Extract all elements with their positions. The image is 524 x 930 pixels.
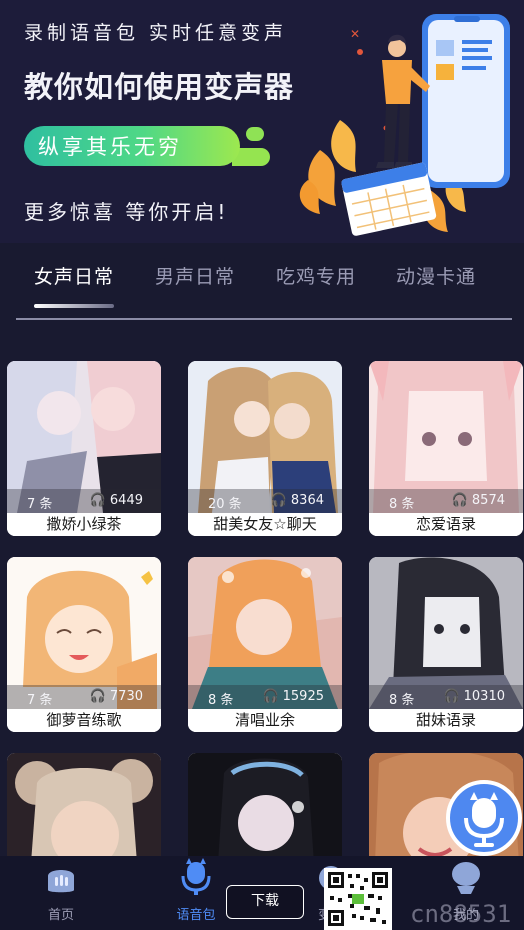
voice-pack-card[interactable]: 7 条 🎧 7730 御萝音练歌 (7, 557, 161, 732)
banner-pill-dot (246, 127, 264, 141)
banner-tagline-top: 录制语音包 实时任意变声 (24, 22, 288, 44)
svg-text:✕: ✕ (350, 27, 360, 41)
headphones-icon: 🎧 (89, 689, 106, 704)
qr-code-image (324, 868, 392, 930)
headphones-icon: 🎧 (451, 493, 468, 508)
voice-pack-stats: 8 条 🎧 10310 (369, 685, 523, 709)
category-tabs: 女声日常 男声日常 吃鸡专用 动漫卡通 (0, 243, 524, 321)
voice-pack-plays: 10310 (463, 689, 505, 704)
voice-pack-title: 御萝音练歌 (7, 709, 161, 732)
download-button[interactable]: 下载 (226, 885, 304, 919)
voice-pack-plays-group: 🎧 10310 (443, 689, 505, 704)
voice-pack-plays-group: 🎧 8364 (271, 493, 324, 508)
banner-tagline-bottom: 更多惊喜 等你开启! (24, 200, 229, 224)
voice-pack-plays: 7730 (109, 689, 143, 704)
voice-pack-count: 20 条 (208, 497, 242, 512)
voice-pack-count: 8 条 (389, 693, 415, 708)
profile-icon (452, 862, 480, 894)
nav-home-label: 首页 (47, 908, 74, 923)
voice-pack-plays-group: 🎧 15925 (262, 689, 324, 704)
voice-pack-cover-image (188, 753, 342, 863)
headphones-icon: 🎧 (443, 689, 460, 704)
record-voice-button[interactable] (446, 780, 522, 856)
voice-pack-icon (181, 858, 211, 895)
voice-pack-stats: 8 条 🎧 8574 (369, 489, 523, 513)
voice-pack-count: 8 条 (208, 693, 234, 708)
voice-pack-cover-image (7, 753, 161, 863)
voice-pack-count: 8 条 (389, 497, 415, 512)
voice-pack-count: 7 条 (27, 693, 53, 708)
tab-male-daily[interactable]: 男声日常 (155, 262, 235, 289)
tab-female-daily[interactable]: 女声日常 (34, 262, 114, 289)
voice-pack-card[interactable]: 7 条 🎧 6449 撒娇小绿茶 (7, 361, 161, 536)
phone-person-illustration: ✕ ✕ (299, 14, 510, 236)
voice-pack-card[interactable]: 8 条 🎧 15925 清唱业余 (188, 557, 342, 732)
voice-pack-card[interactable]: 8 条 🎧 8574 恋爱语录 (369, 361, 523, 536)
headphones-icon: 🎧 (262, 689, 279, 704)
headphones-icon: 🎧 (89, 493, 106, 508)
voice-pack-card[interactable] (7, 753, 161, 863)
home-icon (48, 870, 74, 893)
banner-pill: 纵享其乐无穷 (24, 126, 240, 166)
voice-pack-count: 7 条 (27, 497, 53, 512)
voice-pack-card[interactable]: 20 条 🎧 8364 甜美女友☆聊天 (188, 361, 342, 536)
voice-pack-plays: 6449 (109, 493, 143, 508)
banner-pill-text: 纵享其乐无穷 (38, 135, 182, 159)
voice-pack-title: 清唱业余 (188, 709, 342, 732)
tabs-divider (16, 318, 512, 320)
tab-anime-cartoon[interactable]: 动漫卡通 (396, 262, 476, 289)
voice-pack-plays: 8364 (290, 493, 324, 508)
voice-pack-plays: 8574 (471, 493, 505, 508)
tab-pubg[interactable]: 吃鸡专用 (276, 262, 356, 289)
voice-pack-stats: 7 条 🎧 7730 (7, 685, 161, 709)
voice-pack-title: 甜美女友☆聊天 (188, 513, 342, 536)
voice-pack-card[interactable]: 8 条 🎧 10310 甜妹语录 (369, 557, 523, 732)
nav-home[interactable]: 首页 (16, 856, 106, 930)
headphones-icon: 🎧 (270, 493, 287, 508)
voice-pack-stats: 8 条 🎧 15925 (188, 685, 342, 709)
voice-pack-stats: 20 条 🎧 8364 (188, 489, 342, 513)
voice-pack-plays-group: 🎧 8574 (452, 493, 505, 508)
watermark-text: cn88531 (410, 900, 512, 928)
active-tab-indicator (34, 304, 114, 308)
voice-pack-plays-group: 🎧 7730 (90, 689, 143, 704)
microphone-icon (464, 792, 504, 847)
voice-pack-stats: 7 条 🎧 6449 (7, 489, 161, 513)
voice-pack-plays-group: 🎧 6449 (90, 493, 143, 508)
voice-pack-title: 甜妹语录 (369, 709, 523, 732)
banner-headline: 教你如何使用变声器 (24, 70, 295, 104)
promo-banner[interactable]: 录制语音包 实时任意变声 教你如何使用变声器 纵享其乐无穷 更多惊喜 等你开启!… (0, 0, 524, 243)
voice-pack-title: 恋爱语录 (369, 513, 523, 536)
voice-pack-card[interactable] (188, 753, 342, 863)
voice-pack-title: 撒娇小绿茶 (7, 513, 161, 536)
voice-pack-plays: 15925 (282, 689, 324, 704)
